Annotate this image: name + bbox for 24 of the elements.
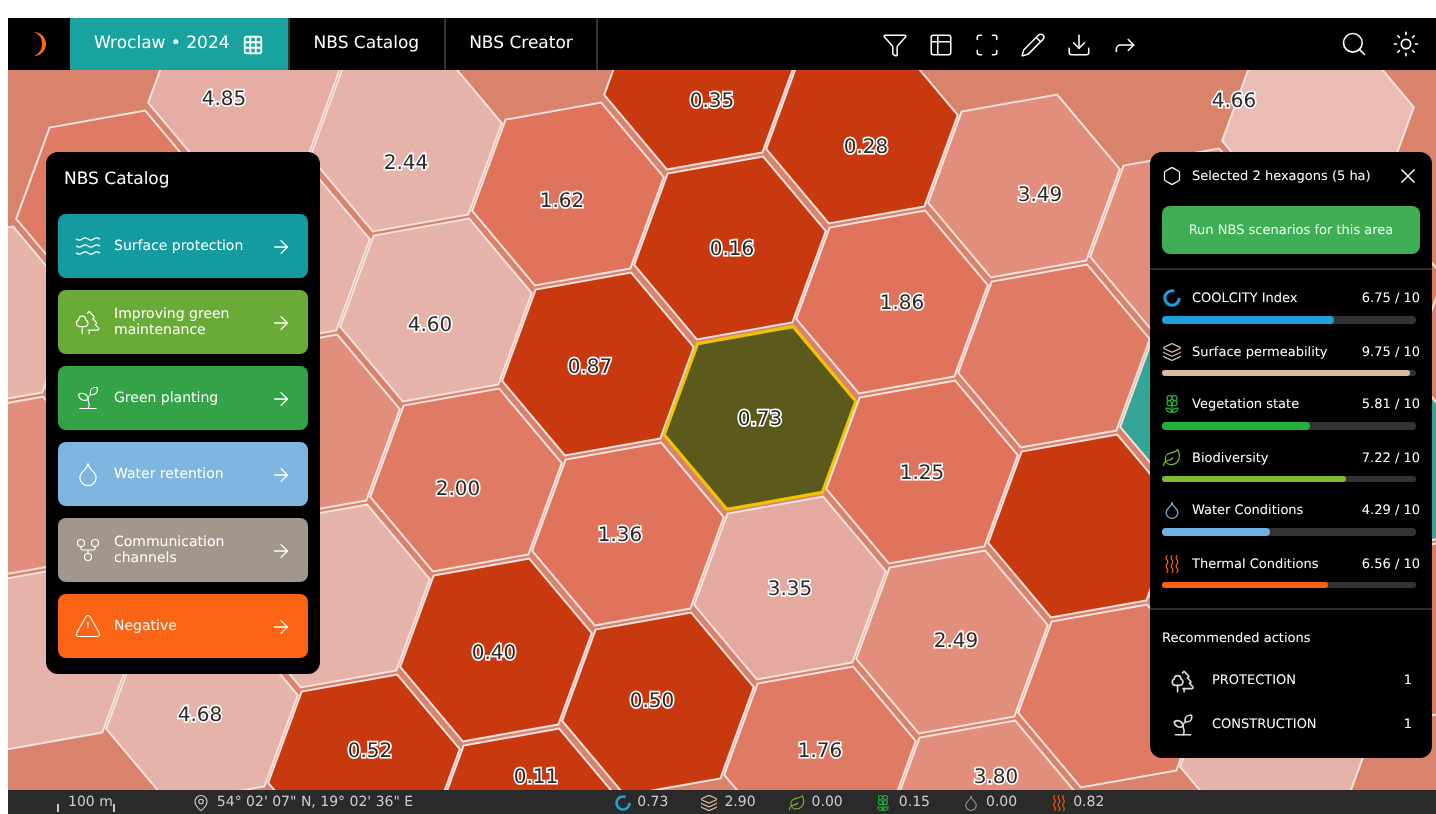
- hexagon-value: 0.35: [689, 91, 735, 113]
- hexagon-value: 2.00: [435, 479, 481, 501]
- hexagon-value: 0.16: [709, 239, 755, 261]
- hexagon-value: 3.35: [767, 579, 813, 601]
- hexagon-value: 0.50: [629, 691, 675, 713]
- hexagon-value: 0.11: [513, 767, 559, 789]
- panel-title: NBS Catalog: [62, 168, 172, 194]
- hexagon-value: 1.86: [879, 293, 925, 315]
- hexagon-value: 0.73: [737, 409, 783, 431]
- hexagon-value: 1.36: [597, 525, 643, 547]
- hexagon-value: 3.80: [973, 767, 1019, 789]
- hexagon-value: 0.40: [471, 643, 517, 665]
- hexagon-value: 1.25: [899, 463, 945, 485]
- hexagon-value: 2.44: [383, 153, 429, 175]
- hexagon-value: 3.49: [1017, 185, 1063, 207]
- hexagon-value: 1.62: [539, 191, 585, 213]
- hexagon-value: 0.87: [567, 357, 613, 379]
- hexagon-value: 2.49: [933, 631, 979, 653]
- hexagon-value: 0.52: [347, 741, 393, 763]
- hexagon-value: 0.28: [843, 137, 889, 159]
- hexagon-value: 4.85: [201, 89, 247, 111]
- hexagon-value: 4.68: [177, 705, 223, 727]
- hexagon-value: 1.76: [797, 741, 843, 763]
- hexagon-value: 4.60: [407, 315, 453, 337]
